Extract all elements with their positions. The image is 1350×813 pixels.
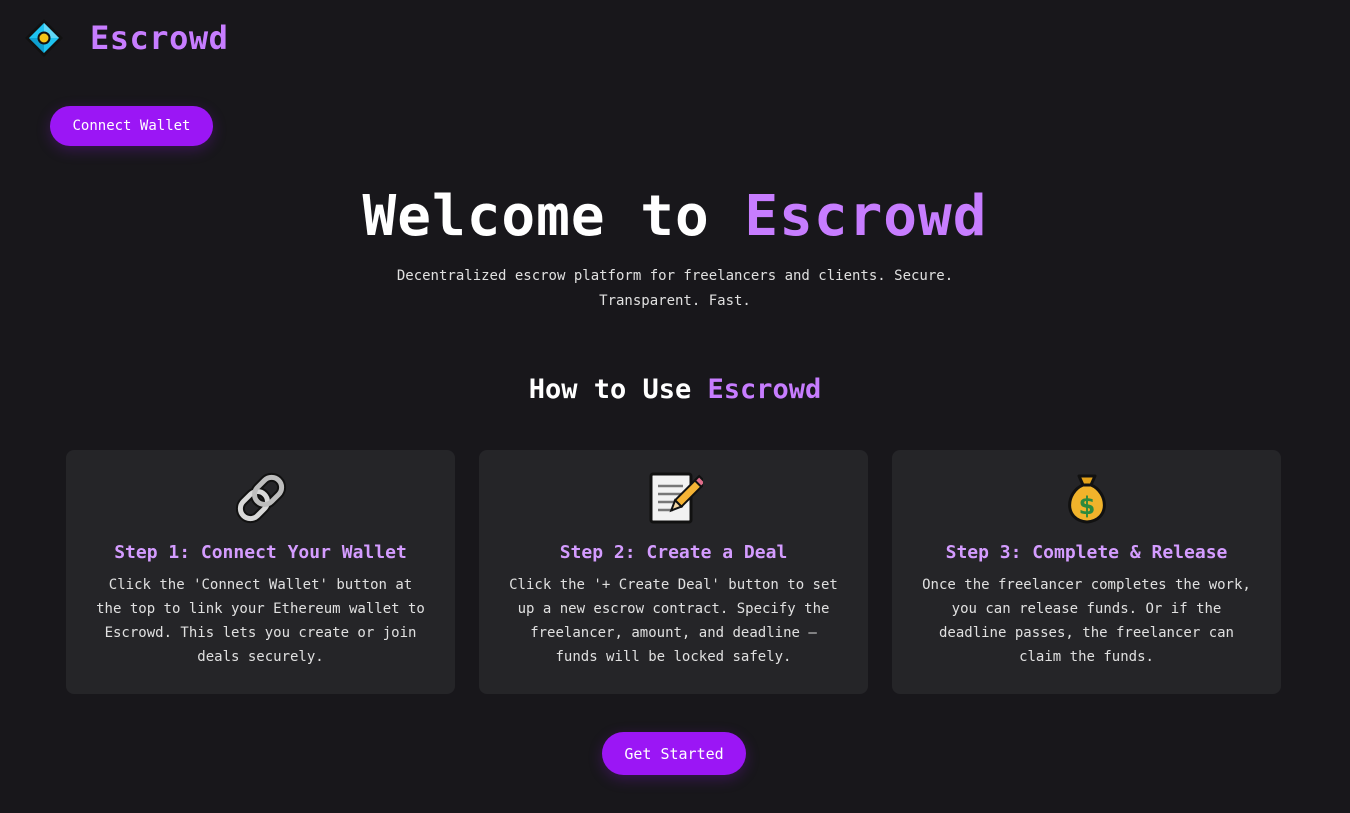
brand-name[interactable]: Escrowd xyxy=(90,19,228,57)
money-bag-icon: $ xyxy=(1067,474,1106,524)
hero-title: Welcome to Escrowd xyxy=(0,184,1350,250)
step-card-1: Step 1: Connect Your Wallet Click the 'C… xyxy=(66,450,455,694)
chain-link-icon xyxy=(235,472,286,524)
hero-title-prefix: Welcome to xyxy=(362,184,745,249)
svg-text:$: $ xyxy=(1078,492,1095,520)
step-title: Step 2: Create a Deal xyxy=(559,542,788,563)
connect-wallet-button[interactable]: Connect Wallet xyxy=(50,106,213,146)
how-to-prefix: How to Use xyxy=(528,374,708,405)
step-title: Step 3: Complete & Release xyxy=(945,542,1228,563)
memo-icon xyxy=(649,472,703,524)
how-to-accent: Escrowd xyxy=(707,374,822,405)
step-description: Once the freelancer completes the work, … xyxy=(922,577,1251,665)
hero-title-accent: Escrowd xyxy=(744,184,988,249)
get-started-button[interactable]: Get Started xyxy=(602,732,746,775)
steps-list: Step 1: Connect Your Wallet Click the 'C… xyxy=(66,450,1281,694)
step-card-3: $ Step 3: Complete & Release Once the fr… xyxy=(892,450,1281,694)
header: Escrowd xyxy=(24,18,228,58)
step-title: Step 1: Connect Your Wallet xyxy=(114,542,407,563)
diamond-logo-icon xyxy=(25,19,63,57)
step-description: Click the '+ Create Deal' button to set … xyxy=(509,577,838,665)
step-description: Click the 'Connect Wallet' button at the… xyxy=(96,577,425,665)
how-to-heading: How to Use Escrowd xyxy=(0,374,1350,405)
hero-subtitle: Decentralized escrow platform for freela… xyxy=(396,268,954,309)
step-card-2: Step 2: Create a Deal Click the '+ Creat… xyxy=(479,450,868,694)
hero: Welcome to Escrowd Decentralized escrow … xyxy=(0,184,1350,314)
